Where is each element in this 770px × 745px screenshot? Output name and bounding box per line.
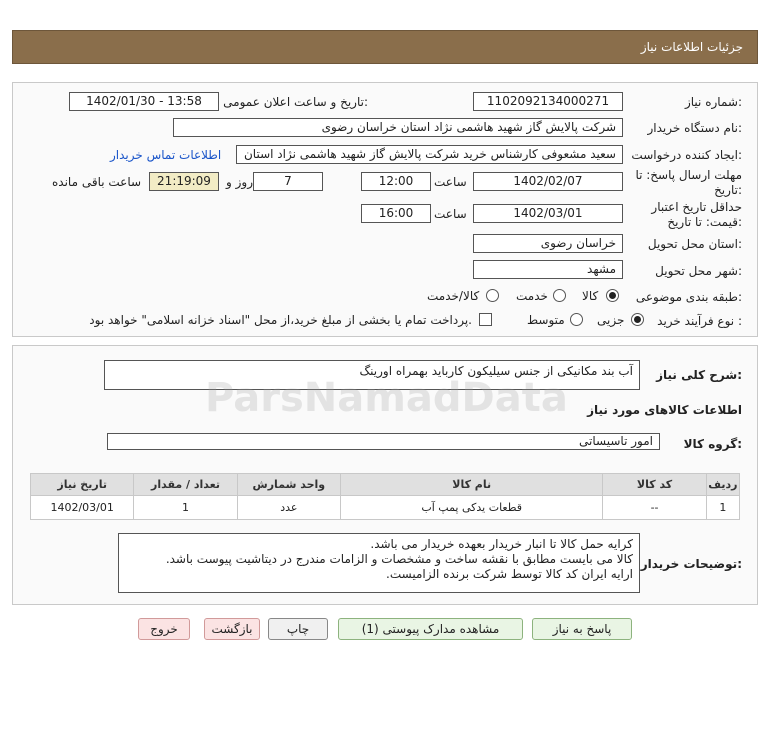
validity-label-2: قیمت: تا تاریخ: [667, 215, 742, 229]
category-option-goods: کالا [582, 289, 599, 303]
announce-label: تاریخ و ساعت اعلان عمومی: [223, 95, 368, 109]
validity-time-field: 16:00 [361, 204, 431, 223]
buyer-notes-label: توضیحات خریدار: [640, 557, 742, 571]
header-bar: جزئیات اطلاعات نیاز [12, 30, 758, 64]
need-number-label: شماره نیاز: [684, 95, 742, 109]
city-label: شهر محل تحویل: [655, 264, 742, 278]
deadline-date-field: 1402/02/07 [473, 172, 623, 191]
validity-time-label: ساعت [434, 207, 467, 221]
deadline-label-1: مهلت ارسال پاسخ: تا [635, 168, 742, 182]
treasury-payment-checkbox[interactable] [479, 313, 492, 326]
process-option-medium: متوسط [527, 313, 565, 327]
watermark-brand: ParsNamadData [205, 375, 568, 421]
summary-label: شرح کلی نیاز: [656, 368, 742, 382]
need-number-field: 1102092134000271 [473, 92, 623, 111]
category-option-both: کالا/خدمت [427, 289, 480, 303]
col-row-header: ردیف [705, 473, 741, 496]
category-radio-service[interactable] [553, 289, 566, 302]
category-option-service: خدمت [516, 289, 548, 303]
city-field: مشهد [473, 260, 623, 279]
table-row: 1 -- قطعات یدکی پمپ آب عدد 1 1402/03/01 [29, 495, 741, 520]
cell-date: 1402/03/01 [29, 495, 135, 520]
exit-button[interactable]: خروج [138, 618, 190, 640]
cell-unit: عدد [236, 495, 341, 520]
category-radio-goods[interactable] [606, 289, 619, 302]
deadline-time-label: ساعت [434, 175, 467, 189]
back-button[interactable]: بازگشت [204, 618, 260, 640]
col-unit-header: واحد شمارش [236, 473, 341, 496]
creator-label: ایجاد کننده درخواست: [631, 148, 742, 162]
buyer-org-label: نام دستگاه خریدار: [647, 121, 743, 135]
contact-buyer-link[interactable]: اطلاعات تماس خریدار [110, 148, 221, 162]
goods-table-header-row: ردیف کد کالا نام کالا واحد شمارش تعداد /… [29, 473, 741, 496]
province-label: استان محل تحویل: [647, 237, 742, 251]
category-radio-both[interactable] [486, 289, 499, 302]
buyer-note-line-3: ارایه ایران کد کالا توسط شرکت برنده الزا… [386, 567, 633, 581]
goods-group-label: گروه کالا: [683, 437, 742, 451]
cell-row: 1 [705, 495, 741, 520]
days-label: روز و [226, 175, 253, 189]
deadline-time-field: 12:00 [361, 172, 431, 191]
cell-code: -- [602, 495, 707, 520]
col-code-header: کد کالا [602, 473, 707, 496]
process-radio-minor[interactable] [631, 313, 644, 326]
page: جزئیات اطلاعات نیاز شماره نیاز: 11020921… [0, 0, 770, 745]
cell-qty: 1 [133, 495, 238, 520]
announce-field: 1402/01/30 - 13:58 [69, 92, 219, 111]
goods-info-title: اطلاعات کالاهای مورد نیاز [587, 403, 742, 417]
days-field: 7 [253, 172, 323, 191]
buyer-notes-field: کرایه حمل کالا تا انبار خریدار بعهده خری… [118, 533, 640, 593]
remaining-time-field: 21:19:09 [149, 172, 219, 191]
category-label: طبقه بندی موضوعی: [635, 290, 742, 304]
print-button[interactable]: چاپ [268, 618, 328, 640]
page-title: جزئیات اطلاعات نیاز [640, 40, 743, 54]
cell-name: قطعات یدکی پمپ آب [339, 495, 604, 520]
col-date-header: تاریخ نیاز [29, 473, 135, 496]
province-field: خراسان رضوی [473, 234, 623, 253]
process-radio-medium[interactable] [570, 313, 583, 326]
col-qty-header: تعداد / مقدار [133, 473, 238, 496]
process-option-minor: جزیی [597, 313, 625, 327]
validity-label-1: حداقل تاریخ اعتبار [651, 200, 742, 214]
validity-date-field: 1402/03/01 [473, 204, 623, 223]
process-label: نوع فرآیند خرید : [657, 314, 742, 328]
goods-table: ردیف کد کالا نام کالا واحد شمارش تعداد /… [29, 473, 741, 520]
buyer-org-field: شرکت پالایش گاز شهید هاشمی نژاد استان خر… [173, 118, 623, 137]
treasury-payment-note: پرداخت تمام یا بخشی از مبلغ خرید،از محل … [89, 313, 472, 327]
buyer-note-line-2: کالا می بایست مطابق با نقشه ساخت و مشخصا… [165, 552, 633, 566]
creator-field: سعید مشعوفی کارشناس خرید شرکت پالایش گاز… [236, 145, 623, 164]
col-name-header: نام کالا [339, 473, 604, 496]
reply-button[interactable]: پاسخ به نیاز [532, 618, 632, 640]
view-attachments-button[interactable]: مشاهده مدارک پیوستی (1) [338, 618, 523, 640]
goods-group-field: امور تاسیساتی [107, 433, 660, 450]
buyer-note-line-1: کرایه حمل کالا تا انبار خریدار بعهده خری… [370, 537, 633, 551]
deadline-label-2: تاریخ: [714, 183, 742, 197]
remaining-label: ساعت باقی مانده [52, 175, 142, 189]
